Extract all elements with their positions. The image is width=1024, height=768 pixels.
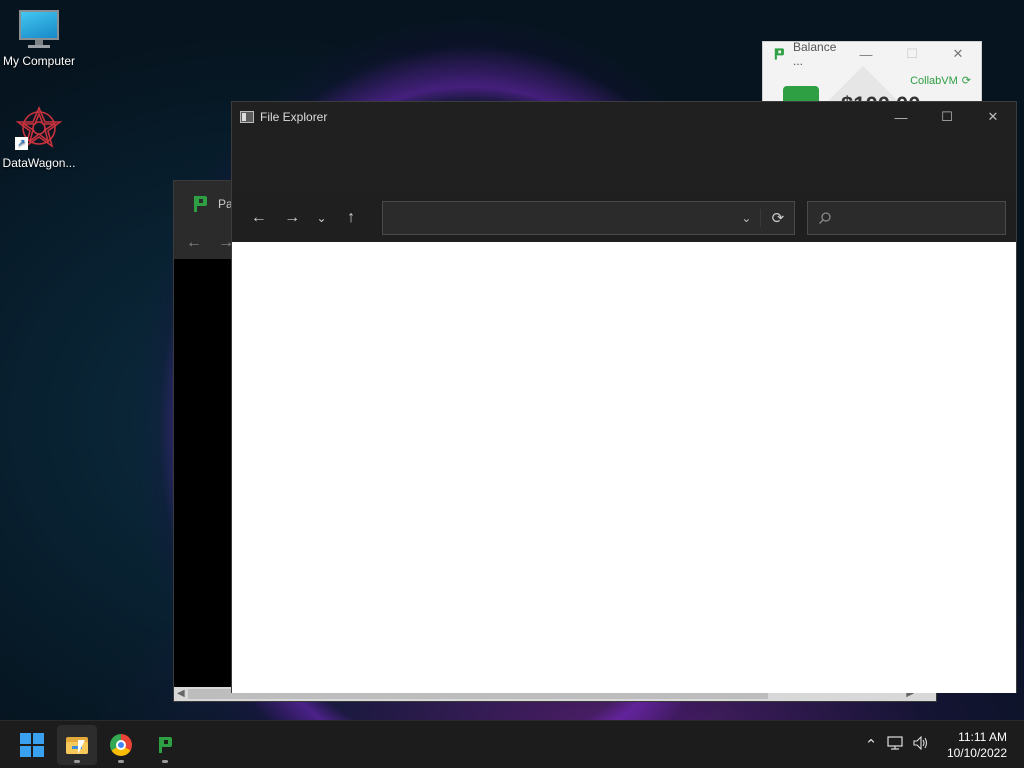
windows-logo-icon: [20, 733, 44, 757]
refresh-icon: ⟳: [961, 75, 971, 87]
network-icon[interactable]: [882, 736, 908, 754]
show-hidden-icons-chevron-icon[interactable]: ⌃: [860, 736, 882, 754]
minimize-icon[interactable]: —: [878, 110, 924, 125]
clock-date: 10/10/2022: [946, 746, 1007, 760]
desktop-icon-label: DataWagon...: [2, 156, 76, 170]
desktop-icon-my-computer[interactable]: My Computer: [0, 10, 78, 68]
scroll-left-icon[interactable]: ◀: [177, 687, 185, 701]
file-list-area[interactable]: [232, 242, 1016, 693]
search-box[interactable]: [807, 201, 1007, 235]
back-arrow-icon[interactable]: ←: [186, 234, 202, 252]
file-explorer-window[interactable]: File Explorer — ☐ ✕ ← → ⌄ ↑ ⌄ ⟳: [231, 101, 1017, 693]
maximize-icon[interactable]: ☐: [889, 46, 935, 62]
volume-icon[interactable]: [908, 735, 934, 754]
balance-window-titlebar[interactable]: Balance ... — ☐ ✕: [763, 41, 981, 68]
chrome-icon: [110, 734, 132, 756]
recent-locations-chevron-icon[interactable]: ⌄: [309, 211, 335, 225]
start-button[interactable]: [12, 725, 52, 765]
close-icon[interactable]: ✕: [935, 46, 981, 62]
mouse-cursor-icon: [78, 740, 85, 754]
maximize-icon[interactable]: ☐: [924, 109, 970, 125]
datawagon-icon: ↗: [15, 105, 63, 152]
taskbar-file-explorer-button[interactable]: [57, 725, 97, 765]
address-dropdown-icon[interactable]: ⌄: [732, 211, 760, 225]
forward-arrow-icon[interactable]: →: [275, 209, 308, 227]
up-arrow-icon[interactable]: ↑: [334, 209, 367, 227]
monitor-icon: [17, 10, 61, 50]
system-tray: ⌃: [860, 721, 934, 768]
navigation-bar: ← → ⌄ ↑ ⌄ ⟳: [232, 194, 1016, 242]
desktop-icon-label: My Computer: [2, 54, 76, 68]
clock-time: 11:11 AM: [958, 730, 1007, 744]
collabvm-brand: CollabVM ⟳: [910, 75, 971, 87]
taskbar-chrome-button[interactable]: [101, 725, 141, 765]
minimize-icon[interactable]: —: [843, 47, 889, 62]
collabvm-app-icon: [157, 736, 173, 754]
file-explorer-app-icon: [240, 111, 254, 123]
collabvm-app-icon: [773, 48, 784, 61]
close-icon[interactable]: ✕: [970, 109, 1016, 125]
collabvm-app-icon: [192, 195, 208, 213]
shortcut-arrow-icon: ↗: [15, 137, 28, 150]
address-bar[interactable]: ⌄ ⟳: [381, 201, 796, 235]
search-icon: [819, 212, 832, 224]
taskbar-collabvm-button[interactable]: [145, 725, 185, 765]
refresh-icon[interactable]: ⟳: [760, 209, 794, 227]
back-arrow-icon[interactable]: ←: [242, 209, 275, 227]
ribbon-area: [232, 132, 1016, 194]
file-explorer-title: File Explorer: [260, 110, 328, 124]
clock[interactable]: 11:11 AM 10/10/2022: [941, 725, 1011, 765]
file-explorer-titlebar[interactable]: File Explorer — ☐ ✕: [232, 102, 1016, 132]
desktop-icon-datawagon[interactable]: ↗ DataWagon...: [0, 105, 78, 170]
search-input[interactable]: [838, 211, 989, 225]
taskbar: ⌃ 11:11 AM 10/10/2022: [0, 720, 1024, 768]
balance-window-title: Balance ...: [793, 41, 837, 68]
